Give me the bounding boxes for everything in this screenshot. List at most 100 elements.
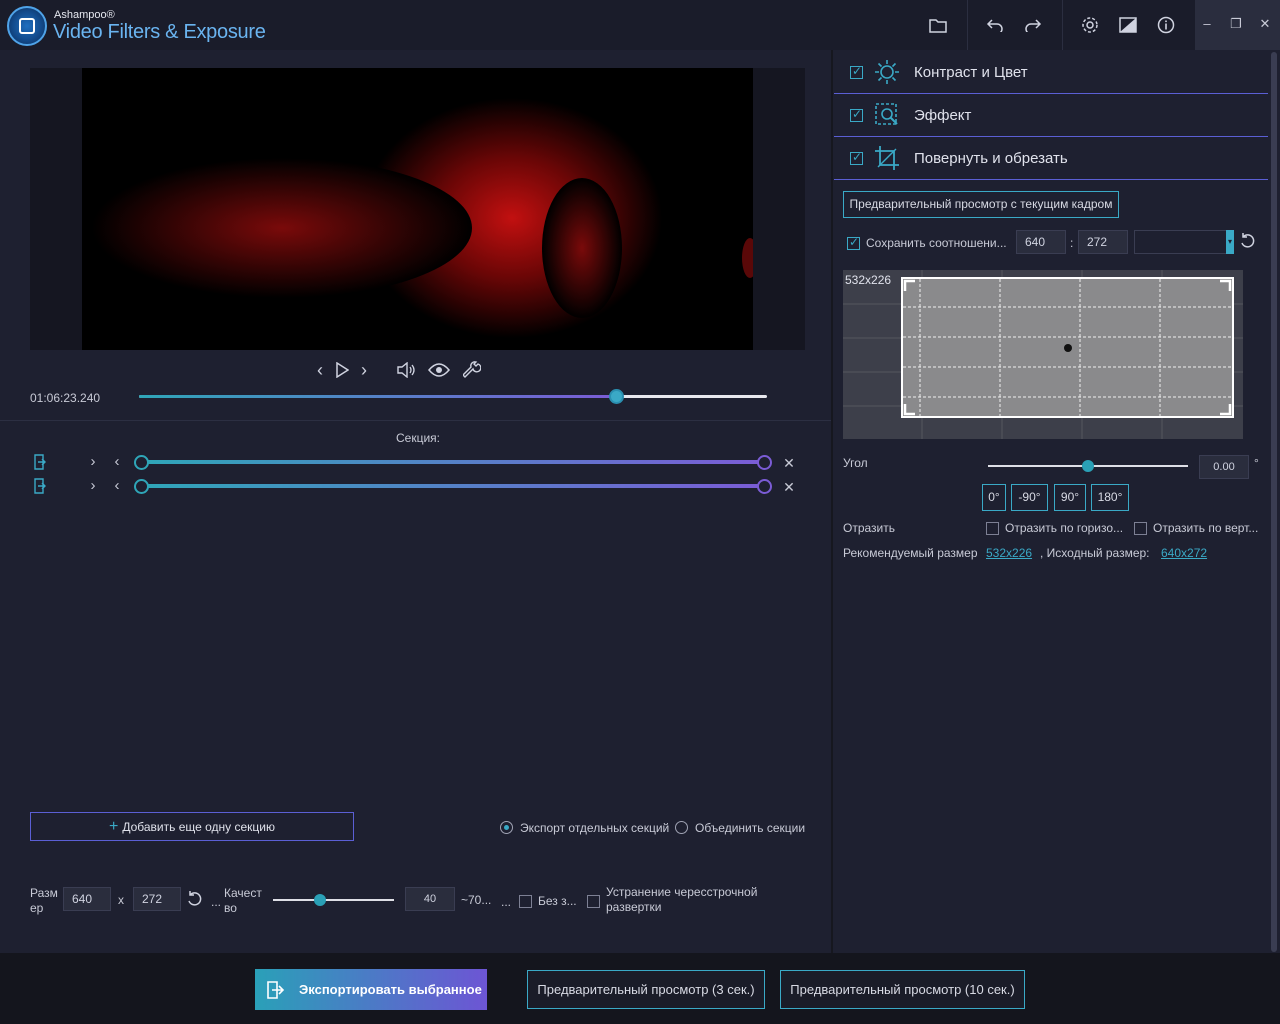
section-end-handle[interactable] [757,455,772,470]
section-export-icon[interactable] [33,478,47,494]
aspect-preset-dropdown[interactable]: ▾ [1134,230,1234,254]
settings-gear-icon[interactable] [1077,12,1103,38]
filter-effect-checkbox[interactable] [850,107,863,122]
size-more-label: ... [211,895,222,909]
section-end-handle[interactable] [757,479,772,494]
preview-10s-button[interactable]: Предварительный просмотр (10 сек.) [780,970,1025,1009]
crop-icon [874,145,900,171]
section-expand-icon[interactable]: › [86,477,100,495]
no-sound-label: Без з... [538,894,577,908]
section-range-bar[interactable] [142,460,765,464]
quality-label: Качест во [224,886,262,915]
filter-rotate-checkbox[interactable] [850,150,863,165]
angle-label: Угол [843,456,868,470]
flip-label: Отразить [843,521,895,535]
export-separate-label: Экспорт отдельных секций [520,821,670,835]
undo-icon[interactable] [982,12,1008,38]
compare-view-icon[interactable] [1115,12,1141,38]
filter-effect-label: Эффект [914,107,972,124]
title-bar: Ashampoo® Video Filters & Exposure – ❐ ✕ [0,0,1280,50]
play-icon[interactable] [330,358,354,382]
window-controls: – ❐ ✕ [1195,0,1280,50]
divider [0,420,832,421]
filter-contrast-color[interactable]: Контраст и Цвет [834,51,1268,94]
reset-size-icon[interactable] [186,890,204,908]
volume-icon[interactable] [394,358,418,382]
seek-bar-handle[interactable] [609,389,625,404]
keep-ratio-checkbox[interactable] [847,235,860,250]
minimize-icon[interactable]: – [1197,14,1217,34]
section-start-handle[interactable] [134,479,149,494]
size-x-label: x [118,893,124,907]
sections-title: Секция: [396,431,440,445]
right-panel-scrollbar[interactable] [1270,52,1278,952]
export-separate-radio[interactable] [500,821,513,834]
filter-contrast-checkbox[interactable] [850,64,863,79]
crop-width-field[interactable]: 640 [1016,230,1066,254]
section-remove-icon[interactable]: ✕ [782,480,796,494]
quality-value-field[interactable]: 40 [405,887,455,911]
flip-vertical-checkbox[interactable] [1134,522,1147,535]
app-title: Video Filters & Exposure [53,21,266,43]
section-collapse-icon[interactable]: ‹ [110,453,124,471]
angle-0-button[interactable]: 0° [982,484,1006,511]
flip-vertical-label: Отразить по верт... [1153,521,1259,535]
seek-bar-progress [139,395,617,398]
output-width-field[interactable]: 640 [63,887,111,911]
merge-sections-radio[interactable] [675,821,688,834]
preview-3s-button[interactable]: Предварительный просмотр (3 сек.) [527,970,765,1009]
flip-horizontal-checkbox[interactable] [986,522,999,535]
filter-rotate-label: Повернуть и обрезать [914,150,1068,167]
filter-effect[interactable]: Эффект [834,94,1268,137]
brand-name: Ashampoo® [54,9,115,21]
quality-slider-handle[interactable] [314,894,326,906]
section-start-handle[interactable] [134,455,149,470]
original-size-link[interactable]: 640x272 [1161,546,1207,560]
timecode: 01:06:23.240 [30,391,101,405]
next-frame-icon[interactable]: › [352,358,376,382]
preview-current-frame-button[interactable]: Предварительный просмотр с текущим кадро… [843,191,1119,218]
section-expand-icon[interactable]: › [86,453,100,471]
angle-180-button[interactable]: 180° [1091,484,1129,511]
angle-degree-label: ° [1254,456,1259,470]
redo-icon[interactable] [1020,12,1046,38]
crop-editor[interactable]: 532x226 [843,270,1243,439]
section-remove-icon[interactable]: ✕ [782,456,796,470]
deinterlace-checkbox[interactable] [587,895,600,908]
recommended-size-link[interactable]: 532x226 [986,546,1032,560]
export-selected-button[interactable]: Экспортировать выбранное [255,969,487,1010]
section-collapse-icon[interactable]: ‹ [110,477,124,495]
crop-area[interactable] [901,277,1234,418]
add-section-label: Добавить еще одну секцию [122,819,275,834]
seek-bar[interactable] [139,389,767,404]
reset-crop-icon[interactable] [1239,232,1257,250]
recommended-size-label: Рекомендуемый размер [843,546,978,560]
keep-ratio-label: Сохранить соотношени... [866,236,1007,250]
restore-icon[interactable]: ❐ [1226,14,1246,34]
no-sound-checkbox[interactable] [519,895,532,908]
crop-height-field[interactable]: 272 [1078,230,1128,254]
angle-slider-handle[interactable] [1082,460,1094,472]
quality-slider[interactable] [273,899,394,901]
previous-frame-icon[interactable]: ‹ [308,358,332,382]
output-height-field[interactable]: 272 [133,887,181,911]
effect-icon [874,102,900,128]
angle-value-field[interactable]: 0.00 [1199,455,1249,479]
open-folder-icon[interactable] [925,12,951,38]
tools-wrench-icon[interactable] [460,358,484,382]
info-icon[interactable] [1153,12,1179,38]
plus-icon: + [108,817,119,835]
ratio-colon: : [1070,236,1074,250]
merge-sections-label: Объединить секции [695,821,806,835]
video-frame[interactable] [82,68,753,350]
close-icon[interactable]: ✕ [1255,14,1275,34]
section-range-bar[interactable] [142,484,765,488]
flip-horizontal-label: Отразить по горизо... [1005,521,1124,535]
preview-eye-icon[interactable] [427,358,451,382]
add-section-button[interactable]: + Добавить еще одну секцию [30,812,354,841]
section-export-icon[interactable] [33,454,47,470]
angle-minus90-button[interactable]: -90° [1011,484,1048,511]
angle-90-button[interactable]: 90° [1054,484,1086,511]
filter-rotate-crop[interactable]: Повернуть и обрезать [834,137,1268,180]
panel-divider [831,50,833,953]
